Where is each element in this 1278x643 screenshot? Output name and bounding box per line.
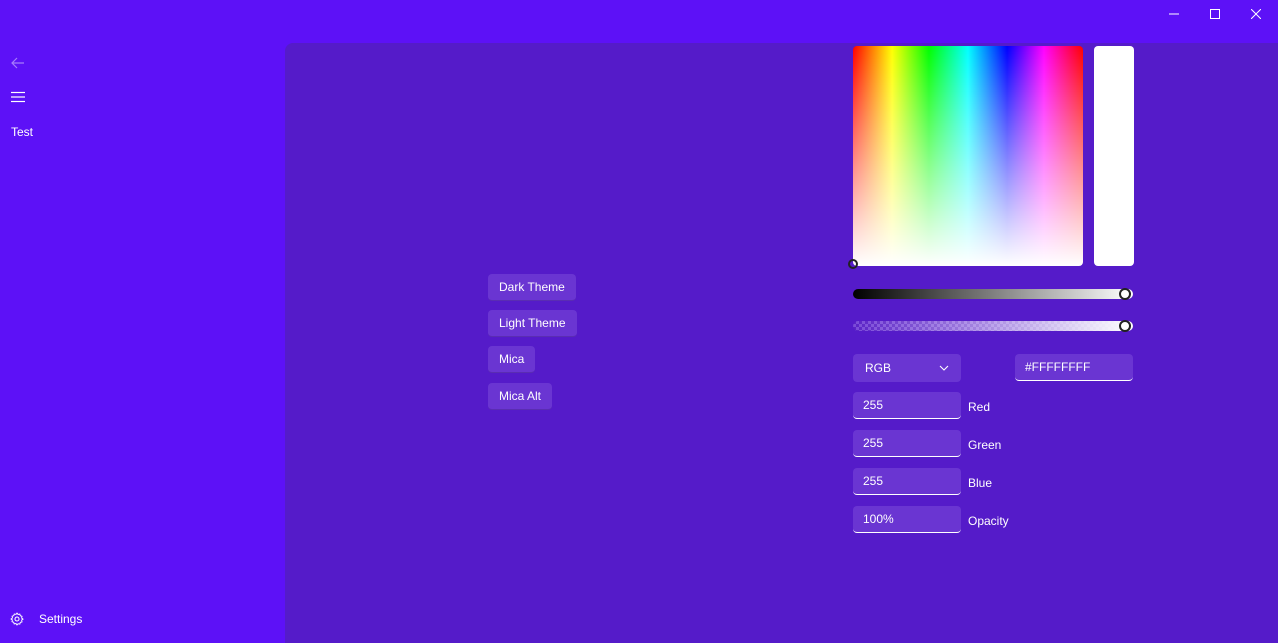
gear-icon [10, 612, 24, 626]
blue-value: 255 [863, 474, 884, 488]
hamburger-menu-icon [11, 91, 25, 103]
color-mode-dropdown[interactable]: RGB [853, 354, 961, 382]
color-mode-value: RGB [865, 361, 892, 375]
mica-alt-button[interactable]: Mica Alt [488, 383, 553, 410]
mica-alt-label: Mica Alt [499, 389, 542, 403]
color-preview [1094, 46, 1134, 266]
green-input[interactable]: 255 [853, 430, 961, 457]
alpha-slider-thumb[interactable] [1119, 320, 1131, 332]
menu-toggle-button[interactable] [10, 89, 26, 105]
back-arrow-icon [11, 57, 24, 69]
blue-label: Blue [968, 476, 993, 490]
green-label: Green [968, 438, 1002, 452]
nav-item-label: Test [11, 125, 34, 139]
blue-input[interactable]: 255 [853, 468, 961, 495]
color-spectrum[interactable] [853, 46, 1083, 266]
maximize-button[interactable] [1194, 0, 1235, 28]
opacity-label: Opacity [968, 514, 1009, 528]
maximize-icon [1209, 9, 1220, 19]
light-theme-button[interactable]: Light Theme [488, 310, 577, 337]
red-label: Red [968, 400, 991, 414]
nav-item-test[interactable]: Test [11, 125, 33, 139]
red-input[interactable]: 255 [853, 392, 961, 419]
mica-button[interactable]: Mica [488, 346, 536, 373]
dark-theme-button[interactable]: Dark Theme [488, 274, 576, 301]
alpha-slider[interactable] [853, 321, 1133, 331]
green-value: 255 [863, 436, 884, 450]
mica-label: Mica [499, 352, 525, 366]
close-icon [1250, 9, 1261, 19]
settings-label: Settings [39, 612, 83, 626]
minimize-icon [1168, 13, 1179, 15]
spectrum-selector-handle[interactable] [848, 259, 858, 269]
light-theme-label: Light Theme [499, 316, 566, 330]
opacity-input[interactable]: 100% [853, 506, 961, 533]
value-slider[interactable] [853, 289, 1133, 299]
chevron-down-icon [939, 365, 949, 371]
value-slider-thumb[interactable] [1119, 288, 1131, 300]
close-button[interactable] [1235, 0, 1276, 28]
opacity-value: 100% [863, 512, 894, 526]
minimize-button[interactable] [1153, 0, 1194, 28]
dark-theme-label: Dark Theme [499, 280, 565, 294]
nav-item-settings[interactable]: Settings [10, 612, 82, 626]
back-button[interactable] [10, 55, 26, 71]
red-value: 255 [863, 398, 884, 412]
hex-input[interactable]: #FFFFFFFF [1015, 354, 1133, 381]
hex-value: #FFFFFFFF [1025, 360, 1091, 374]
